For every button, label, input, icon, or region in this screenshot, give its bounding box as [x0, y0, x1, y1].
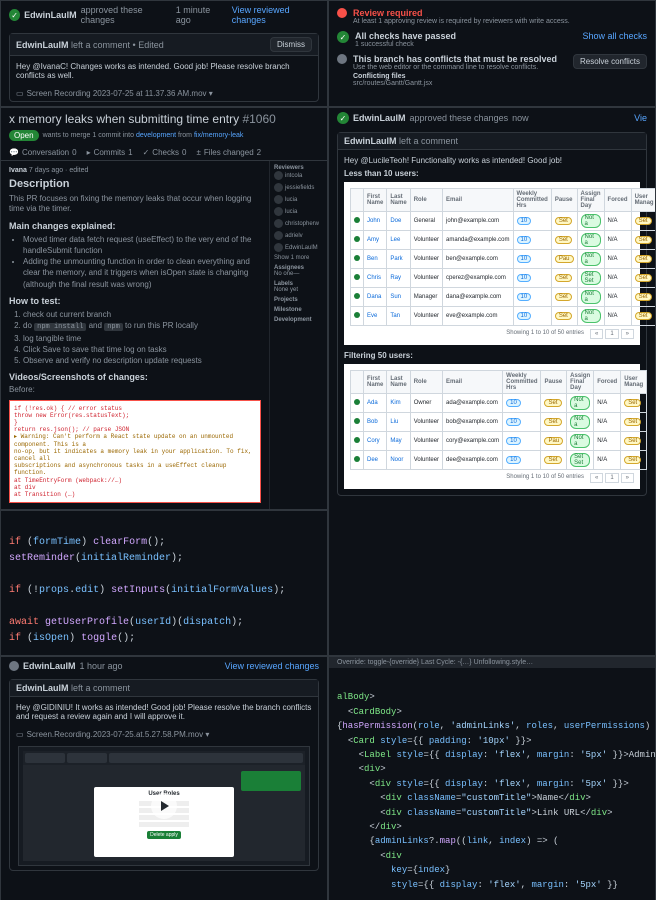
table-row[interactable]: AmyLeeVolunteeramanda@example.com10SetNo… — [351, 231, 656, 250]
check-icon: ✓ — [337, 112, 349, 124]
table-row[interactable]: BobLiuVolunteerbob@example.com10SetNot a… — [351, 413, 647, 432]
status-dot-conflict — [337, 54, 347, 64]
dismiss-button[interactable]: Dismiss — [270, 37, 312, 52]
table-row[interactable]: ChrisRayVolunteercperez@example.com10Set… — [351, 269, 656, 288]
error-console: if (!res.ok) { // error status throw new… — [9, 400, 261, 503]
attachment[interactable]: ▭ Screen Recording 2023-07-25 at 11.37.3… — [10, 86, 318, 101]
table-row[interactable]: AdaKimOwnerada@example.com10SetNot aN/AS… — [351, 394, 647, 413]
users-table-2: First NameLast NameRoleEmailWeekly Commi… — [344, 364, 640, 489]
view-link[interactable]: Vie — [634, 113, 647, 123]
view-changes-link[interactable]: View reviewed changes — [232, 5, 319, 25]
tab-commits[interactable]: ▸ Commits 1 — [87, 148, 133, 157]
review-panel-video: EdwinLaulM 1 hour ago View reviewed chan… — [0, 656, 328, 900]
table-row[interactable]: BenParkVolunteerben@example.com10PauNot … — [351, 250, 656, 269]
reel-icon: ▭ — [16, 730, 24, 739]
check-icon: ✓ — [9, 9, 20, 21]
resolve-conflicts-button[interactable]: Resolve conflicts — [573, 54, 647, 69]
merge-status-panel: Review requiredAt least 1 approving revi… — [328, 0, 656, 107]
review-panel-tables: ✓ EdwinLaulM approved these changes now … — [328, 107, 656, 656]
table-row[interactable]: DanaSunManagerdana@example.com10SetNot a… — [351, 288, 656, 307]
reel-icon: ▭ — [16, 89, 24, 98]
table-row[interactable]: JohnDoeGeneraljohn@example.com10SetNot a… — [351, 212, 656, 231]
pr-sidebar: Reviewers intcola jessiefields lucia luc… — [269, 161, 327, 509]
pending-icon — [9, 661, 19, 671]
pr-panel: x memory leaks when submitting time entr… — [0, 107, 328, 510]
comment: EdwinLaulM left a comment • Edited Dismi… — [9, 33, 319, 102]
view-link[interactable]: View reviewed changes — [225, 661, 319, 671]
users-table-1: First NameLast NameRoleEmailWeekly Commi… — [344, 182, 640, 345]
table-row[interactable]: EveTanVolunteereve@example.com10SetNot a… — [351, 307, 656, 326]
tab-files[interactable]: ± Files changed 2 — [196, 148, 261, 157]
code-diff-2: Override: toggle-{override} Last Cycle: … — [328, 656, 656, 900]
reviewer: EdwinLaulM — [24, 10, 77, 20]
video-preview[interactable]: User Roles Delete apply — [18, 746, 310, 866]
check-icon: ✓ — [337, 31, 349, 43]
tab-conversation[interactable]: 💬 Conversation 0 — [9, 148, 77, 157]
code-diff-1: if (formTime) clearForm(); setReminder(i… — [0, 510, 328, 656]
comment-text: Hey @IvanaC! Changes works as intended. … — [10, 56, 318, 86]
review-panel-1: ✓ EdwinLaulM approved these changes 1 mi… — [0, 0, 328, 107]
tab-checks[interactable]: ✓ Checks 0 — [143, 148, 187, 157]
status-open-badge: Open — [9, 130, 39, 141]
table-row[interactable]: CoryMayVolunteercory@example.com10PauNot… — [351, 432, 647, 451]
pr-tabs: 💬 Conversation 0 ▸ Commits 1 ✓ Checks 0 … — [1, 145, 327, 161]
table-row[interactable]: DeeNoorVolunteerdee@example.com10SetSet … — [351, 451, 647, 470]
attachment[interactable]: ▭Screen.Recording.2023-07-25.at.5.27.58.… — [10, 727, 318, 742]
show-checks-link[interactable]: Show all checks — [582, 31, 647, 41]
play-icon[interactable] — [151, 793, 177, 819]
status-dot-required — [337, 8, 347, 18]
